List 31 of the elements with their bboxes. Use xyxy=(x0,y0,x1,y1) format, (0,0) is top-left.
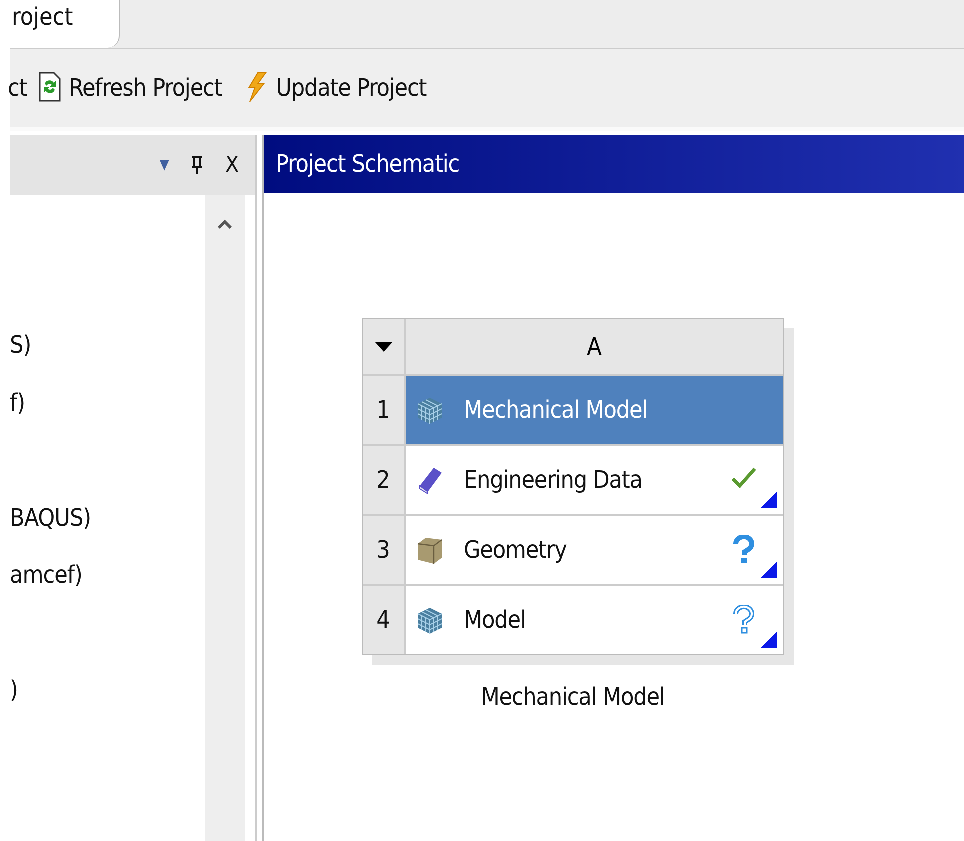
toolbar-button[interactable]: ct xyxy=(8,74,28,102)
system-cell[interactable]: Engineering Data xyxy=(406,446,783,514)
row-number: 2 xyxy=(363,446,404,514)
system-cell[interactable]: Model xyxy=(406,586,783,654)
panel-title: Project Schematic xyxy=(276,150,460,178)
system-cell[interactable]: Mechanical Model xyxy=(406,376,783,444)
question-icon xyxy=(731,605,757,635)
list-item[interactable]: S) xyxy=(10,330,205,388)
list-item[interactable]: amcef) xyxy=(10,560,205,618)
close-button[interactable]: X xyxy=(225,152,239,178)
list-item[interactable]: ) xyxy=(10,675,205,732)
refresh-icon xyxy=(37,72,64,104)
column-header: A xyxy=(406,319,783,374)
toolbar-button[interactable]: Update Project xyxy=(244,72,427,104)
question-icon xyxy=(731,535,757,565)
system-cell[interactable]: Geometry xyxy=(406,516,783,584)
system-caption: Mechanical Model xyxy=(481,683,665,711)
corner-icon xyxy=(761,492,777,508)
tab[interactable]: roject xyxy=(10,0,120,48)
scrollbar[interactable] xyxy=(205,195,245,841)
dropdown-button[interactable]: ▼ xyxy=(160,157,170,173)
scroll-up-icon[interactable] xyxy=(217,219,233,229)
row-number: 1 xyxy=(363,376,404,444)
row-number: 3 xyxy=(363,516,404,584)
corner-icon xyxy=(761,562,777,578)
list-item[interactable]: BAQUS) xyxy=(10,502,205,560)
list-item[interactable]: f) xyxy=(10,388,205,445)
corner-icon xyxy=(761,632,777,648)
row-number: 4 xyxy=(363,586,404,654)
dropdown-icon[interactable] xyxy=(374,340,394,352)
toolbar-button[interactable]: Refresh Project xyxy=(37,72,222,104)
